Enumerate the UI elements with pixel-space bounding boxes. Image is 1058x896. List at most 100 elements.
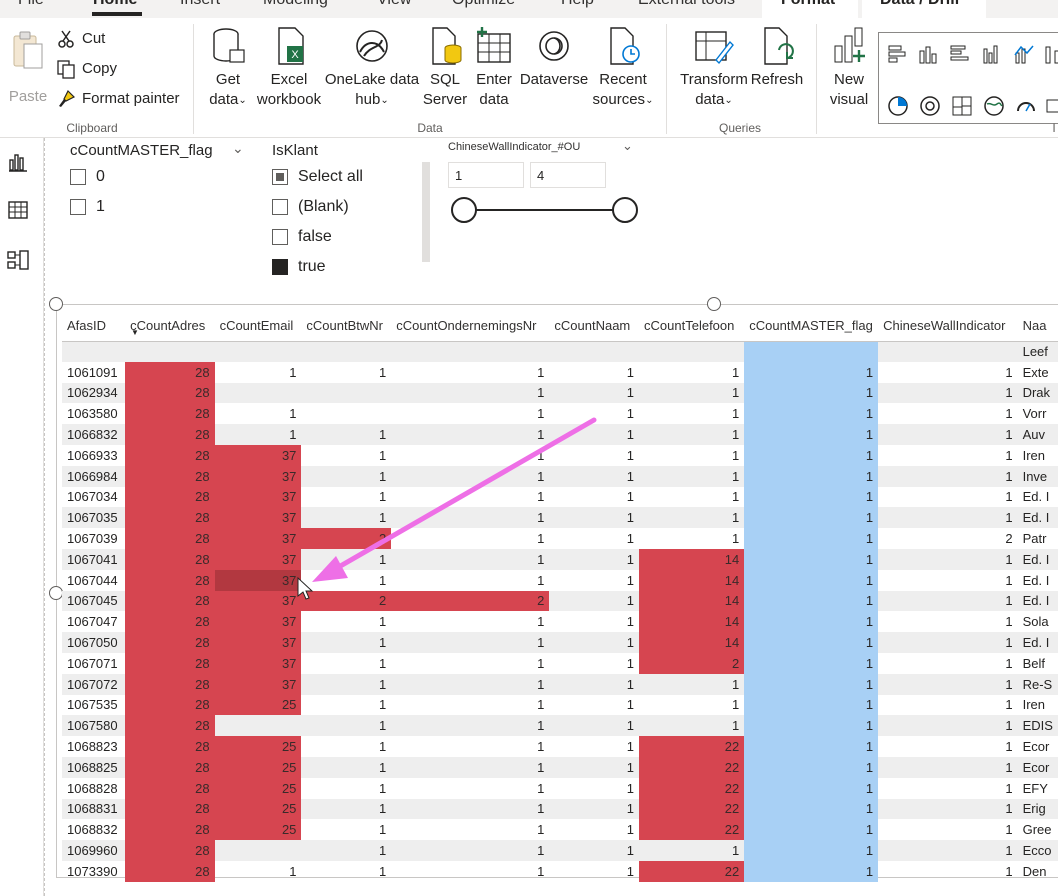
recent-sources-button[interactable]: Recent sources⌄ (590, 26, 656, 111)
slicer-isklant-item-false[interactable]: false (272, 228, 332, 246)
table-row[interactable]: 1067045 28 37 2 2 1 14 1 1 Ed. I (62, 590, 1058, 612)
slicer-scrollbar[interactable] (422, 162, 430, 262)
table-row[interactable]: Leef (62, 341, 1058, 362)
get-data-button[interactable]: Get data⌄ (202, 26, 254, 111)
table-row[interactable]: 1067044 28 37 1 1 1 14 1 1 Ed. I (62, 569, 1058, 591)
tab-modeling[interactable]: Modeling (263, 0, 328, 9)
excel-workbook-button[interactable]: X Excel workbook (254, 26, 324, 110)
clustered-bar-chart-icon[interactable] (949, 43, 971, 65)
table-row[interactable]: 1067535 28 25 1 1 1 1 1 1 Iren (62, 694, 1058, 716)
column-header[interactable]: cCountEmail (214, 311, 302, 342)
tab-format[interactable]: Format (781, 0, 835, 9)
chevron-down-icon[interactable]: ⌄ (232, 140, 244, 157)
new-visual-button[interactable]: New visual (826, 26, 872, 110)
dataverse-button[interactable]: Dataverse (518, 26, 590, 90)
tab-home[interactable]: Home (93, 0, 137, 9)
paste-button[interactable]: Paste (6, 30, 50, 105)
table-row[interactable]: 1063580 28 1 1 1 1 1 1 Vorr (62, 403, 1058, 425)
slicer-master-item-1[interactable]: 1 (70, 198, 105, 216)
range-min-input[interactable]: 1 (448, 162, 524, 188)
slicer-isklant-item-select-all[interactable]: Select all (272, 168, 363, 186)
tab-data-drill[interactable]: Data / Drill (880, 0, 959, 9)
table-row[interactable]: 1067034 28 37 1 1 1 1 1 1 Ed. I (62, 486, 1058, 508)
checkbox-icon[interactable] (272, 229, 288, 245)
table-row[interactable]: 1068823 28 25 1 1 1 22 1 1 Ecor (62, 736, 1058, 757)
enter-data-button[interactable]: Enter data (472, 26, 516, 110)
checkbox-icon[interactable] (70, 169, 86, 185)
checkbox-partial-icon[interactable] (272, 169, 288, 185)
table-cell: 28 (125, 777, 215, 799)
model-view-icon[interactable] (6, 248, 30, 272)
checkbox-icon[interactable] (272, 199, 288, 215)
table-row[interactable]: 1067047 28 37 1 1 1 14 1 1 Sola (62, 611, 1058, 633)
range-slider-track[interactable] (464, 209, 626, 211)
sort-descending-icon[interactable]: ▼ (131, 328, 139, 337)
table-row[interactable]: 1067039 28 37 2 1 1 1 1 2 Patr (62, 528, 1058, 549)
table-row[interactable]: 1067035 28 37 1 1 1 1 1 1 Ed. I (62, 507, 1058, 529)
range-max-input[interactable]: 4 (530, 162, 606, 188)
gauge-icon[interactable] (1015, 95, 1037, 117)
column-header[interactable]: Naa (1017, 311, 1058, 342)
tab-optimize[interactable]: Optimize (452, 0, 515, 9)
table-row[interactable]: 1068832 28 25 1 1 1 22 1 1 Gree (62, 819, 1058, 841)
clustered-column-chart-icon[interactable] (981, 43, 1003, 65)
cut-button[interactable]: Cut (56, 27, 105, 51)
table-row[interactable]: 1061091 28 1 1 1 1 1 1 1 Exte (62, 361, 1058, 383)
range-slider-min-handle[interactable] (451, 197, 477, 223)
table-row[interactable]: 1073390 28 1 1 1 1 22 1 1 Den (62, 860, 1058, 882)
tab-insert[interactable]: Insert (180, 0, 220, 9)
table-row[interactable]: 1062934 28 1 1 1 1 1 Drak (62, 382, 1058, 404)
sql-server-button[interactable]: SQL Server (420, 26, 470, 110)
table-row[interactable]: 1069960 28 1 1 1 1 1 1 Ecco (62, 840, 1058, 861)
table-row[interactable]: 1066984 28 37 1 1 1 1 1 1 Inve (62, 465, 1058, 487)
pie-chart-icon[interactable] (887, 95, 909, 117)
table-row[interactable]: 1067071 28 37 1 1 1 2 1 1 Belf (62, 652, 1058, 674)
slicer-isklant-item-true[interactable]: true (272, 258, 326, 276)
table-row[interactable]: 1067050 28 37 1 1 1 14 1 1 Ed. I (62, 632, 1058, 653)
checkbox-icon[interactable] (70, 199, 86, 215)
onelake-data-hub-button[interactable]: OneLake data hub⌄ (324, 26, 420, 111)
table-row[interactable]: 1068825 28 25 1 1 1 22 1 1 Ecor (62, 756, 1058, 778)
table-view-icon[interactable] (6, 198, 30, 222)
ribbon-chart-icon[interactable] (1043, 43, 1058, 65)
tab-help[interactable]: Help (561, 0, 594, 9)
stacked-bar-chart-icon[interactable] (887, 43, 909, 65)
column-header[interactable]: cCountBtwNr (301, 311, 392, 342)
card-icon[interactable] (1045, 95, 1058, 117)
treemap-icon[interactable] (951, 95, 973, 117)
column-header[interactable]: cCountMASTER_flag (744, 311, 879, 342)
column-header[interactable]: AfasID (62, 311, 126, 342)
resize-handle[interactable] (49, 297, 63, 311)
table-row[interactable]: 1066832 28 1 1 1 1 1 1 1 Auv (62, 424, 1058, 445)
table-row[interactable]: 1066933 28 37 1 1 1 1 1 1 Iren (62, 444, 1058, 466)
column-header[interactable]: cCountTelefoon (639, 311, 745, 342)
visual-gallery[interactable] (878, 32, 1058, 124)
column-header[interactable]: cCountOndernemingsNr (391, 311, 550, 342)
line-column-chart-icon[interactable] (1013, 43, 1035, 65)
tab-external-tools[interactable]: External tools (638, 0, 735, 9)
donut-chart-icon[interactable] (919, 95, 941, 117)
table-row[interactable]: 1067041 28 37 1 1 1 14 1 1 Ed. I (62, 548, 1058, 570)
slicer-isklant-item-blank[interactable]: (Blank) (272, 198, 349, 216)
tab-view[interactable]: View (377, 0, 411, 9)
tab-file[interactable]: File (18, 0, 44, 9)
report-view-icon[interactable] (6, 150, 30, 174)
column-header[interactable]: ChineseWallIndicator (878, 311, 1018, 342)
copy-button[interactable]: Copy (56, 57, 117, 81)
checkbox-checked-icon[interactable] (272, 259, 288, 275)
table-row[interactable]: 1068828 28 25 1 1 1 22 1 1 EFY (62, 777, 1058, 799)
transform-data-button[interactable]: Transform data⌄ (678, 26, 750, 111)
slicer-master-item-0[interactable]: 0 (70, 168, 105, 186)
table-row[interactable]: 1067580 28 1 1 1 1 1 1 EDIS (62, 715, 1058, 737)
stacked-column-chart-icon[interactable] (917, 43, 939, 65)
range-slider-max-handle[interactable] (612, 197, 638, 223)
format-painter-button[interactable]: Format painter (56, 87, 180, 111)
column-header[interactable]: cCountNaam (549, 311, 640, 342)
table-row[interactable]: 1068831 28 25 1 1 1 22 1 1 Erig (62, 798, 1058, 820)
table-row[interactable]: 1067072 28 37 1 1 1 1 1 1 Re-S (62, 673, 1058, 695)
resize-handle[interactable] (49, 586, 63, 600)
chevron-down-icon[interactable]: ⌄ (622, 138, 633, 154)
resize-handle[interactable] (707, 297, 721, 311)
refresh-button[interactable]: Refresh (750, 26, 804, 90)
map-icon[interactable] (983, 95, 1005, 117)
